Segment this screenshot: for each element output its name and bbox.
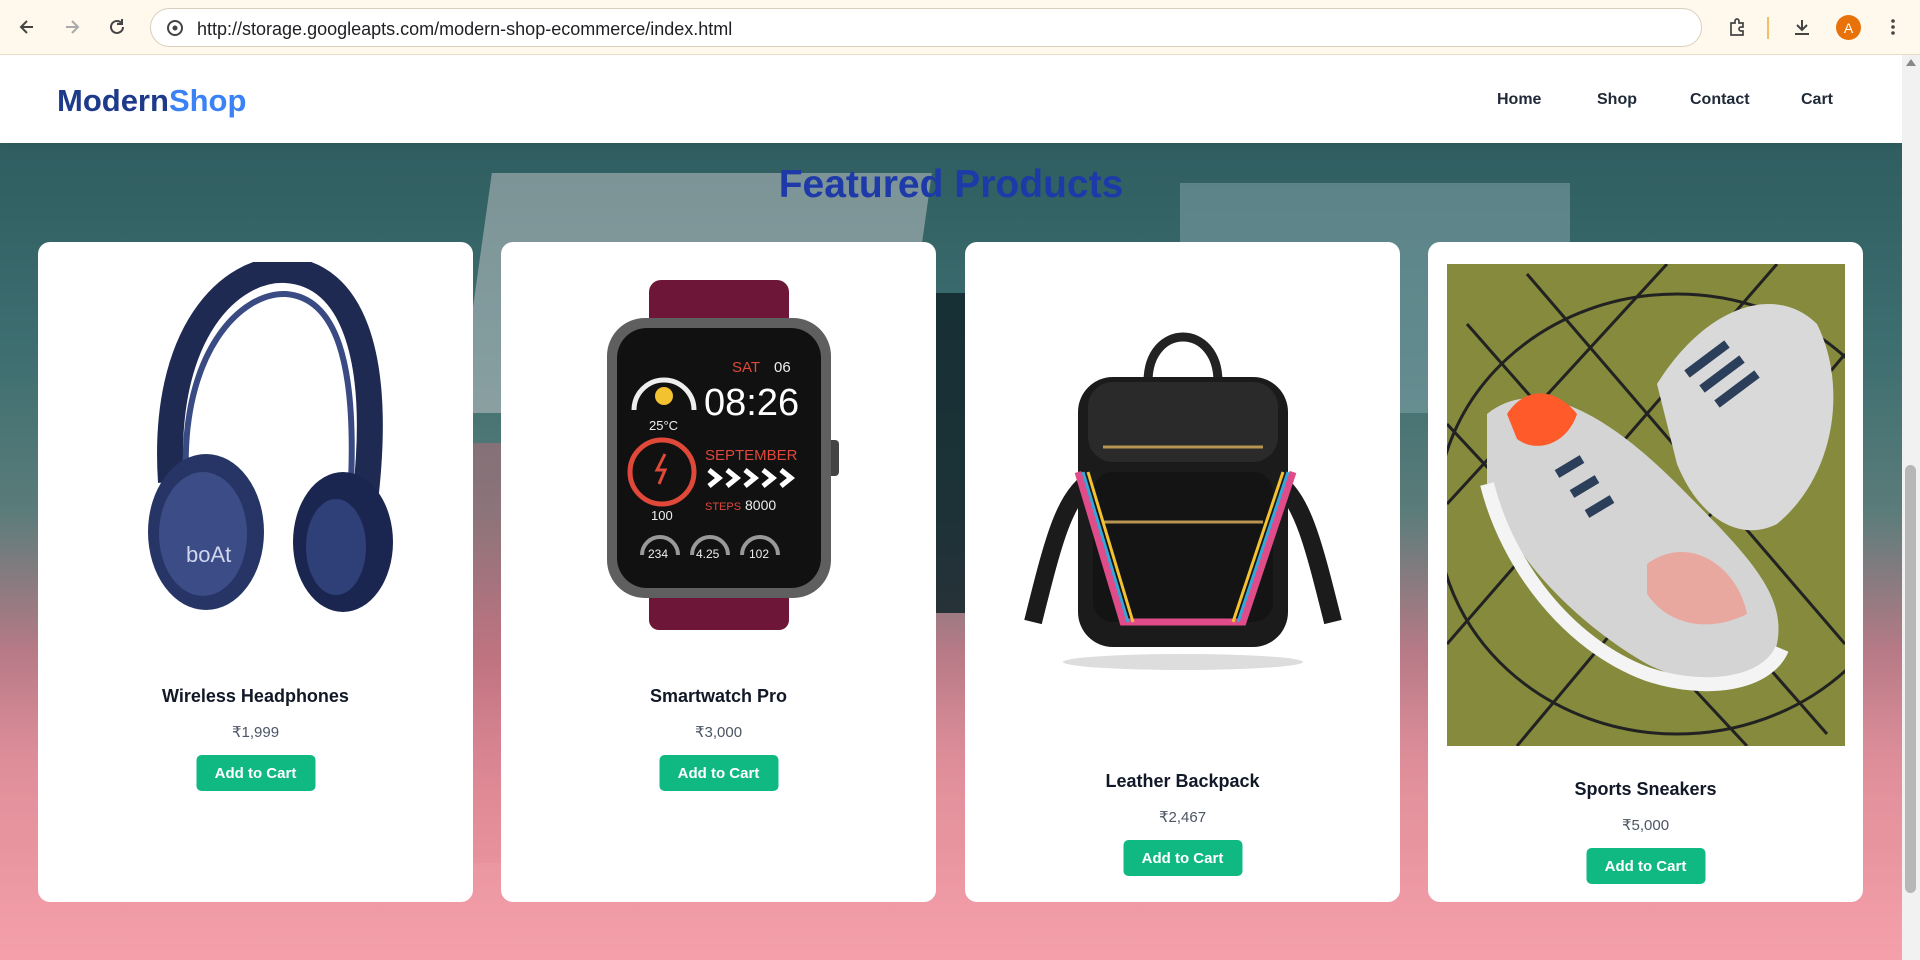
profile-avatar[interactable]: A [1836, 15, 1861, 40]
reload-icon[interactable] [102, 12, 132, 42]
smartwatch-image[interactable]: SAT 06 08:26 25°C 100 SEPTEMBER STEPS 80… [599, 280, 839, 640]
product-card: SAT 06 08:26 25°C 100 SEPTEMBER STEPS 80… [501, 242, 936, 902]
headphones-image[interactable]: boAt [111, 262, 401, 622]
svg-text:SAT: SAT [732, 359, 760, 376]
extensions-icon[interactable] [1722, 12, 1752, 42]
svg-text:8000: 8000 [745, 497, 776, 513]
brand-mark: boAt [186, 542, 231, 567]
product-name: Sports Sneakers [1574, 779, 1717, 799]
nav-cart[interactable]: Cart [1801, 91, 1833, 109]
product-price: ₹1,999 [231, 724, 280, 741]
nav-shop[interactable]: Shop [1597, 91, 1637, 109]
product-price: ₹5,000 [1621, 817, 1670, 834]
page-viewport: ModernShop Home Shop Contact Cart Featur… [0, 55, 1902, 960]
add-to-cart-button[interactable]: Add to Cart [1586, 848, 1705, 884]
product-name: Smartwatch Pro [649, 686, 788, 706]
scrollbar-thumb[interactable] [1905, 465, 1916, 893]
site-info-icon[interactable] [165, 18, 185, 38]
add-to-cart-button[interactable]: Add to Cart [1123, 840, 1242, 876]
toolbar-divider [1767, 17, 1769, 39]
backpack-image[interactable] [993, 322, 1373, 682]
menu-icon[interactable] [1878, 12, 1908, 42]
add-to-cart-button[interactable]: Add to Cart [196, 755, 315, 791]
svg-text:100: 100 [651, 508, 673, 523]
svg-text:STEPS: STEPS [705, 501, 741, 513]
product-card: Leather Backpack ₹2,467 Add to Cart [965, 242, 1400, 902]
svg-text:SEPTEMBER: SEPTEMBER [705, 447, 798, 464]
sneakers-image[interactable] [1446, 264, 1845, 746]
product-card: Sports Sneakers ₹5,000 Add to Cart [1428, 242, 1863, 902]
address-bar[interactable]: http://storage.googleapts.com/modern-sho… [150, 8, 1702, 47]
site-logo[interactable]: ModernShop [57, 83, 246, 119]
url-text[interactable]: http://storage.googleapts.com/modern-sho… [197, 19, 732, 40]
svg-text:234: 234 [648, 547, 668, 561]
add-to-cart-button[interactable]: Add to Cart [659, 755, 778, 791]
product-name: Leather Backpack [1105, 771, 1260, 791]
section-title: Featured Products [778, 163, 1124, 206]
nav-contact[interactable]: Contact [1690, 91, 1750, 109]
product-card: boAt Wireless Headphones ₹1,999 Add to C… [38, 242, 473, 902]
svg-text:06: 06 [774, 359, 791, 376]
back-icon[interactable] [12, 12, 42, 42]
svg-text:08:26: 08:26 [704, 382, 799, 424]
product-name: Wireless Headphones [162, 686, 349, 706]
svg-text:102: 102 [749, 547, 769, 561]
forward-icon[interactable] [57, 12, 87, 42]
nav-home[interactable]: Home [1497, 91, 1541, 109]
product-price: ₹3,000 [694, 724, 743, 741]
svg-text:4.25: 4.25 [696, 547, 720, 561]
download-icon[interactable] [1787, 12, 1817, 42]
scroll-up-arrow-icon[interactable] [1906, 59, 1916, 66]
svg-text:25°C: 25°C [649, 418, 678, 433]
site-header: ModernShop Home Shop Contact Cart [0, 55, 1902, 143]
browser-toolbar: http://storage.googleapts.com/modern-sho… [0, 0, 1920, 55]
product-price: ₹2,467 [1158, 809, 1207, 826]
